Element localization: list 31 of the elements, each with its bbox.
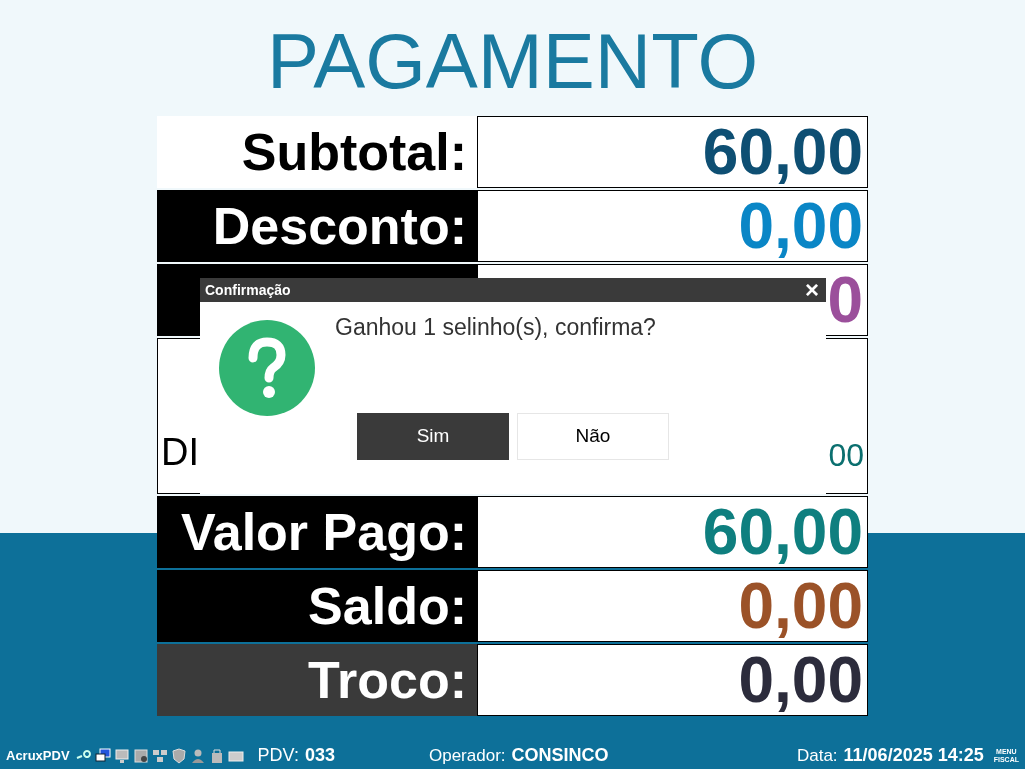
- dialog-title: Confirmação: [205, 280, 291, 300]
- row-label: Desconto:: [212, 200, 467, 252]
- monitor-icon[interactable]: [113, 747, 130, 764]
- dialog-button[interactable]: Sim: [357, 412, 509, 460]
- row-value: 00: [828, 439, 864, 471]
- date-label: Data:: [796, 744, 838, 767]
- operator-name: CONSINCO: [511, 744, 609, 767]
- user-icon[interactable]: [189, 747, 206, 764]
- row-value: 60,00: [702, 500, 863, 564]
- row-value: 0,00: [738, 194, 863, 258]
- row-label: DI: [161, 433, 199, 471]
- dialog-message: Ganhou 1 selinho(s), confirma?: [335, 313, 657, 342]
- app-name: AcruxPDV: [6, 746, 70, 765]
- close-button[interactable]: ×: [803, 278, 821, 302]
- pdv-label: PDV:: [257, 744, 299, 767]
- pdv-number: 033: [304, 744, 335, 767]
- row-value: 0,00: [738, 574, 863, 638]
- shield-icon[interactable]: [170, 747, 187, 764]
- operator-label: Operador:: [428, 744, 506, 767]
- question-icon: [219, 320, 315, 416]
- row-value: 60,00: [702, 120, 863, 184]
- row-value: 0,00: [738, 648, 863, 712]
- row-label: Saldo:: [308, 580, 467, 632]
- date-time: 11/06/2025 14:25: [843, 744, 984, 767]
- dialog-button[interactable]: Não: [517, 412, 669, 460]
- row-label: Subtotal:: [241, 126, 467, 178]
- network-icon[interactable]: [151, 747, 168, 764]
- page-title: PAGAMENTO: [266, 22, 759, 107]
- monitors-icon[interactable]: [94, 747, 111, 764]
- row-value: 0: [827, 268, 863, 332]
- row-label: Troco:: [308, 654, 467, 706]
